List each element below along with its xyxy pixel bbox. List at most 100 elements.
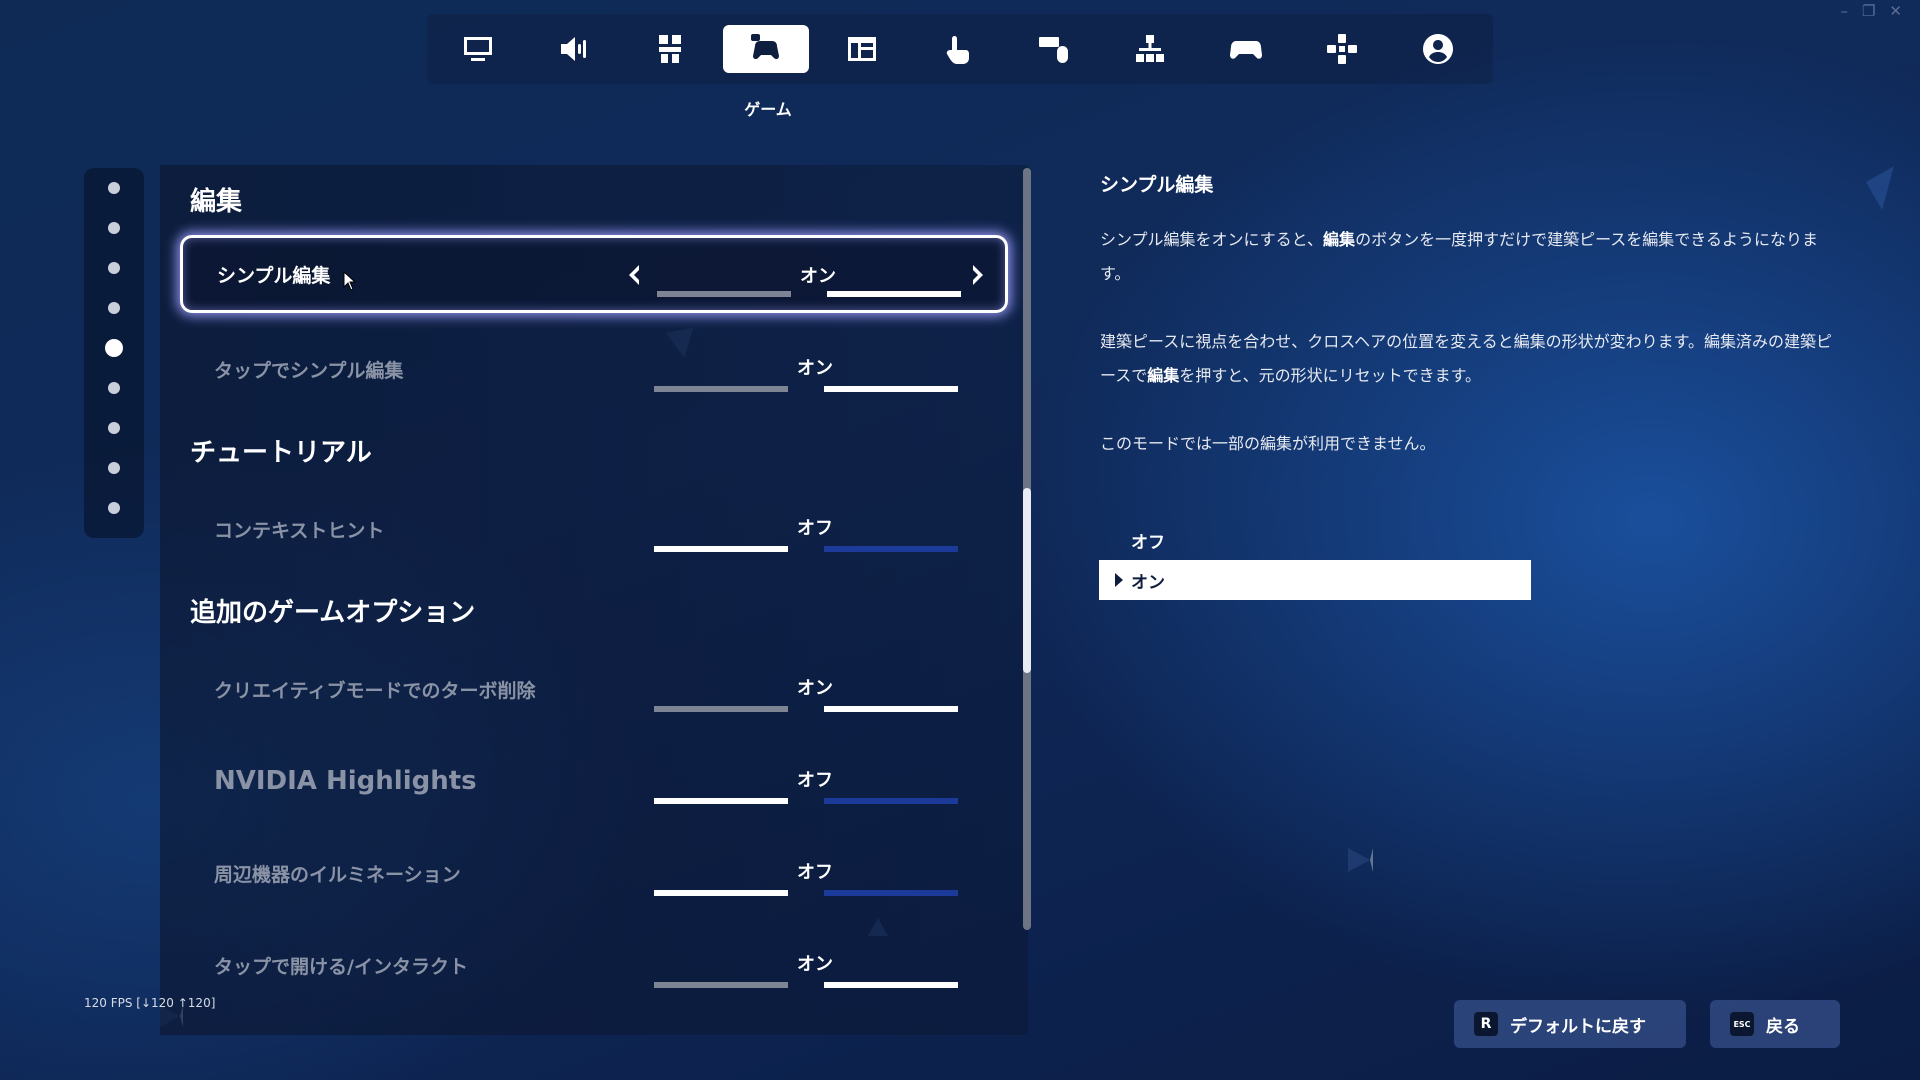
settings-list: 編集 シンプル編集 オン タップでシンプル編集 オン チュートリアル コンテキス… bbox=[160, 165, 1028, 1035]
setting-value: オン bbox=[797, 678, 833, 699]
account-icon bbox=[1423, 34, 1454, 64]
setting-value: オン bbox=[797, 954, 833, 975]
setting-row-tap-open-interact[interactable]: タップで開ける/インタラクト オン bbox=[180, 926, 1008, 1004]
tab-controller[interactable] bbox=[1203, 25, 1289, 73]
rail-dot[interactable] bbox=[108, 502, 120, 514]
toggle-bar-off bbox=[654, 798, 788, 804]
description-paragraph: 建築ピースに視点を合わせ、クロスヘアの位置を変えると編集の形状が変わります。編集… bbox=[1100, 332, 1833, 385]
controller-layout-icon bbox=[1136, 35, 1164, 62]
toggle-bar-on bbox=[824, 982, 958, 988]
reset-defaults-button[interactable]: R デフォルトに戻す bbox=[1454, 1000, 1686, 1048]
keyboard-mouse-icon bbox=[1039, 37, 1068, 63]
setting-value: オン bbox=[800, 266, 836, 287]
decor-triangle bbox=[1348, 848, 1373, 872]
settings-scrollbar[interactable] bbox=[1023, 168, 1031, 930]
tab-accessibility[interactable] bbox=[627, 25, 713, 73]
description-title: シンプル編集 bbox=[1100, 174, 1214, 196]
fps-counter: 120 FPS [↓120 ↑120] bbox=[84, 996, 216, 1010]
chevron-right-icon bbox=[973, 265, 983, 285]
toggle-bar-on bbox=[824, 798, 958, 804]
setting-row-simple-edit[interactable]: シンプル編集 オン bbox=[180, 235, 1008, 313]
tab-audio[interactable] bbox=[531, 25, 617, 73]
minimize-button[interactable]: – bbox=[1840, 2, 1848, 20]
tab-controller-buttons[interactable] bbox=[1299, 25, 1385, 73]
setting-label: クリエイティブモードでのターボ削除 bbox=[214, 679, 536, 702]
value-options-list: オフ オン bbox=[1099, 520, 1531, 600]
rail-dot[interactable] bbox=[108, 422, 120, 434]
tab-display-layout[interactable] bbox=[819, 25, 905, 73]
controller-icon bbox=[1230, 41, 1262, 59]
toggle-bar-on bbox=[827, 291, 961, 297]
rail-dot[interactable] bbox=[108, 222, 120, 234]
rail-dot[interactable] bbox=[108, 382, 120, 394]
tab-controller-layout[interactable] bbox=[1107, 25, 1193, 73]
option-off[interactable]: オフ bbox=[1099, 520, 1531, 560]
close-button[interactable]: ✕ bbox=[1889, 2, 1902, 20]
setting-value: オン bbox=[797, 358, 833, 379]
reset-defaults-label: デフォルトに戻す bbox=[1510, 1016, 1646, 1037]
window-layout-icon bbox=[848, 37, 876, 61]
setting-label: NVIDIA Highlights bbox=[214, 766, 477, 796]
setting-value: オフ bbox=[797, 770, 833, 791]
r-key-icon: R bbox=[1474, 1012, 1498, 1036]
esc-key-icon: ESC bbox=[1730, 1012, 1754, 1036]
speaker-icon bbox=[561, 37, 586, 61]
toggle-bar-off bbox=[654, 706, 788, 712]
description-paragraph: このモードでは一部の編集が利用できません。 bbox=[1100, 434, 1436, 453]
setting-value: オフ bbox=[797, 518, 833, 539]
tab-touch[interactable] bbox=[915, 25, 1001, 73]
tab-video[interactable] bbox=[435, 25, 521, 73]
option-on-selected[interactable]: オン bbox=[1099, 560, 1531, 600]
setting-value: オフ bbox=[797, 862, 833, 883]
toggle-bar-on bbox=[824, 706, 958, 712]
chevron-left-icon bbox=[629, 265, 639, 285]
setting-row-nvidia-highlights[interactable]: NVIDIA Highlights オフ bbox=[180, 742, 1008, 820]
setting-label: コンテキストヒント bbox=[214, 519, 385, 542]
setting-row-creative-turbo-delete[interactable]: クリエイティブモードでのターボ削除 オン bbox=[180, 650, 1008, 728]
toggle-bar-off bbox=[654, 890, 788, 896]
settings-tab-bar bbox=[427, 14, 1493, 84]
setting-label: 周辺機器のイルミネーション bbox=[214, 863, 461, 886]
gamepad-hand-icon bbox=[751, 34, 779, 60]
description-paragraph: シンプル編集をオンにすると、編集のボタンを一度押すだけで建築ピースを編集できるよ… bbox=[1100, 230, 1818, 283]
decor-triangle bbox=[1866, 166, 1910, 210]
back-button[interactable]: ESC 戻る bbox=[1710, 1000, 1840, 1048]
section-title-extra-options: 追加のゲームオプション bbox=[190, 598, 476, 628]
rail-dot-active[interactable] bbox=[105, 339, 123, 357]
toggle-bar-off bbox=[657, 291, 791, 297]
rail-dot[interactable] bbox=[108, 182, 120, 194]
restore-button[interactable]: ❐ bbox=[1862, 2, 1875, 20]
active-tab-label: ゲーム bbox=[744, 100, 792, 119]
monitor-icon bbox=[464, 37, 492, 61]
section-title-edit: 編集 bbox=[190, 187, 243, 217]
setting-row-peripheral-lighting[interactable]: 周辺機器のイルミネーション オフ bbox=[180, 834, 1008, 912]
section-title-tutorial: チュートリアル bbox=[190, 438, 372, 468]
toggle-bar-off bbox=[654, 386, 788, 392]
setting-label: シンプル編集 bbox=[217, 264, 331, 287]
rail-dot[interactable] bbox=[108, 262, 120, 274]
setting-label: タップで開ける/インタラクト bbox=[214, 955, 468, 978]
tab-account[interactable] bbox=[1395, 25, 1481, 73]
setting-row-tap-simple-edit[interactable]: タップでシンプル編集 オン bbox=[180, 330, 1008, 408]
prev-value-button[interactable] bbox=[621, 260, 647, 290]
tab-game[interactable] bbox=[723, 25, 809, 73]
rail-dot[interactable] bbox=[108, 302, 120, 314]
rail-dot[interactable] bbox=[108, 462, 120, 474]
window-controls: – ❐ ✕ bbox=[1840, 2, 1902, 20]
section-rail bbox=[84, 168, 144, 538]
setting-row-context-hints[interactable]: コンテキストヒント オフ bbox=[180, 490, 1008, 568]
next-value-button[interactable] bbox=[965, 260, 991, 290]
toggle-bar-on bbox=[824, 386, 958, 392]
setting-description: シンプル編集 シンプル編集をオンにすると、編集のボタンを一度押すだけで建築ピース… bbox=[1100, 170, 1840, 495]
accessibility-icon bbox=[659, 35, 681, 63]
mouse-cursor-icon bbox=[343, 271, 357, 291]
toggle-bar-off bbox=[654, 982, 788, 988]
toggle-bar-off bbox=[654, 546, 788, 552]
scrollbar-thumb[interactable] bbox=[1023, 488, 1031, 673]
touch-icon bbox=[946, 36, 969, 64]
tab-keyboard-mouse[interactable] bbox=[1011, 25, 1097, 73]
dpad-icon bbox=[1327, 34, 1357, 64]
toggle-bar-on bbox=[824, 890, 958, 896]
setting-label: タップでシンプル編集 bbox=[214, 359, 404, 382]
toggle-bar-on bbox=[824, 546, 958, 552]
